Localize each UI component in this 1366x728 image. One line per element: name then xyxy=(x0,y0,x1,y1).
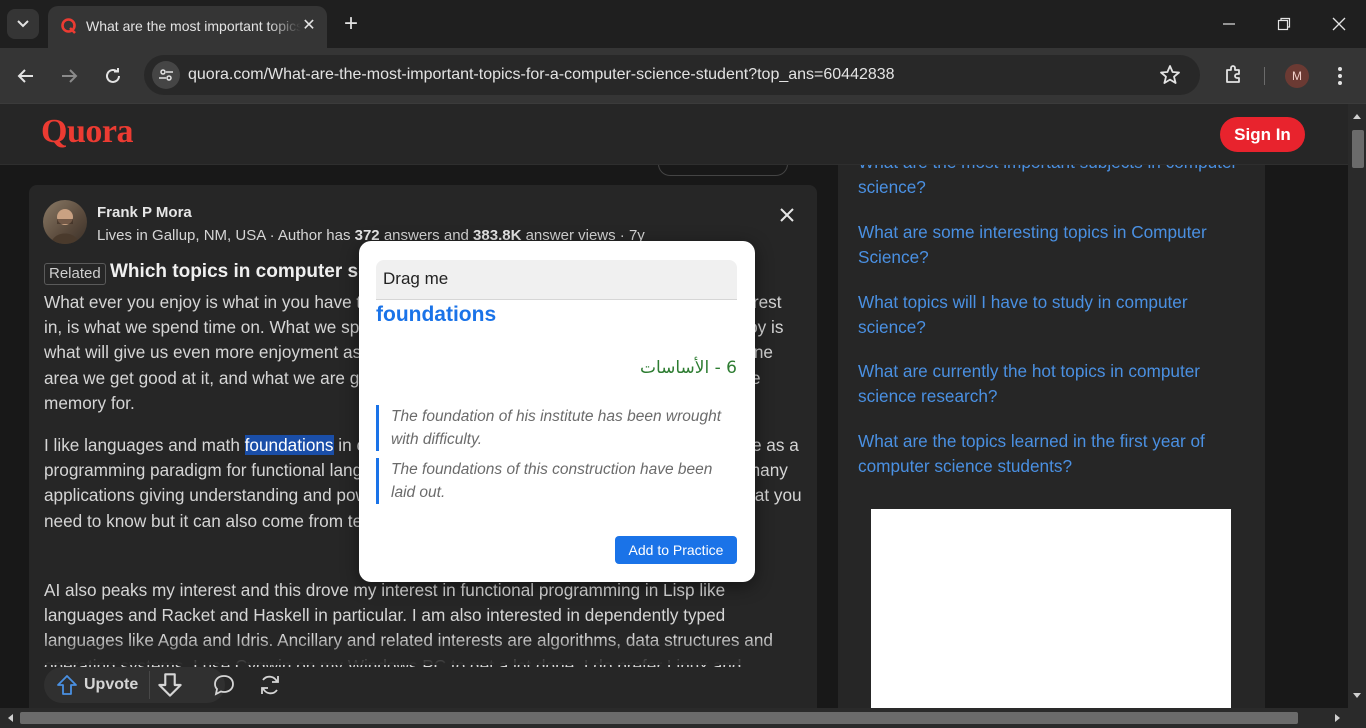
upvote-button[interactable]: Upvote xyxy=(56,667,138,703)
ad-container xyxy=(838,499,1265,708)
downvote-arrow-icon[interactable] xyxy=(157,672,183,698)
popup-translation: 6 - الأساسات xyxy=(639,358,737,378)
translation-popup: Drag me foundations 6 - الأساسات The fou… xyxy=(359,241,755,582)
restore-button[interactable] xyxy=(1266,8,1302,40)
add-to-practice-button[interactable]: Add to Practice xyxy=(615,536,737,564)
related-question-link[interactable]: What are some interesting topics in Comp… xyxy=(858,220,1238,270)
tune-icon xyxy=(159,69,173,81)
author-avatar[interactable] xyxy=(43,200,87,244)
forward-button[interactable] xyxy=(53,60,85,92)
vertical-scrollbar[interactable] xyxy=(1348,104,1366,708)
content-fade xyxy=(29,637,817,665)
puzzle-icon xyxy=(1226,65,1240,83)
sign-in-button[interactable]: Sign In xyxy=(1220,117,1305,152)
new-tab-button[interactable]: + xyxy=(338,10,364,38)
comment-icon[interactable] xyxy=(211,672,237,698)
related-tag: Related xyxy=(44,263,106,285)
related-question-link[interactable]: What are the topics learned in the first… xyxy=(858,429,1238,479)
quora-logo[interactable]: Quora xyxy=(41,113,133,151)
browser-toolbar: quora.com/What-are-the-most-important-to… xyxy=(0,48,1366,104)
arrow-right-icon xyxy=(62,69,78,83)
author-photo-icon xyxy=(51,209,79,244)
chevron-down-icon xyxy=(17,20,29,28)
scroll-right-icon[interactable] xyxy=(1332,712,1344,724)
scroll-up-icon[interactable] xyxy=(1351,110,1363,122)
example-sentence: The foundations of this construction hav… xyxy=(376,458,737,504)
reload-icon xyxy=(106,68,120,83)
horizontal-scrollbar[interactable] xyxy=(0,708,1366,728)
upvote-arrow-icon xyxy=(57,675,77,695)
vote-divider xyxy=(149,671,150,699)
tab-close-icon[interactable]: ✕ xyxy=(298,15,320,37)
arrow-left-icon xyxy=(17,69,33,83)
author-name[interactable]: Frank P Mora xyxy=(97,204,192,221)
para2-before: I like languages and math xyxy=(44,435,245,455)
toolbar-separator xyxy=(1264,67,1265,85)
minimize-icon xyxy=(1223,23,1235,25)
tab-search-button[interactable] xyxy=(7,9,39,39)
vote-pill: Upvote xyxy=(44,667,225,703)
ad-slot[interactable] xyxy=(871,509,1231,708)
extensions-button[interactable] xyxy=(1220,60,1248,88)
url-text[interactable]: quora.com/What-are-the-most-important-to… xyxy=(188,66,895,84)
browser-tab-active[interactable]: What are the most important topics for a… xyxy=(48,6,327,48)
restore-icon xyxy=(1277,17,1291,31)
popup-word: foundations xyxy=(376,303,497,326)
upvote-label: Upvote xyxy=(84,676,139,693)
vertical-scroll-thumb[interactable] xyxy=(1352,130,1364,168)
more-vertical-icon xyxy=(1338,67,1342,85)
horizontal-scroll-thumb[interactable] xyxy=(20,712,1298,724)
cred-prefix: Lives in Gallup, NM, USA · Author has xyxy=(97,227,355,244)
example-sentence: The foundation of his institute has been… xyxy=(376,405,737,451)
answer-action-bar: Upvote xyxy=(29,667,817,708)
scroll-left-icon[interactable] xyxy=(4,712,16,724)
reload-button[interactable] xyxy=(97,60,129,92)
minimize-button[interactable] xyxy=(1211,8,1247,40)
quora-header: Quora Sign In xyxy=(0,104,1348,165)
site-info-button[interactable] xyxy=(152,61,180,89)
profile-avatar[interactable]: M xyxy=(1285,64,1309,88)
related-question-link[interactable]: What topics will I have to study in comp… xyxy=(858,290,1238,340)
drag-handle[interactable]: Drag me xyxy=(376,260,737,300)
browser-menu-button[interactable] xyxy=(1328,62,1352,90)
back-button[interactable] xyxy=(10,60,42,92)
address-bar[interactable]: quora.com/What-are-the-most-important-to… xyxy=(144,55,1200,95)
close-icon[interactable] xyxy=(777,205,797,225)
quora-favicon-icon xyxy=(61,18,76,34)
tab-title: What are the most important topics for a… xyxy=(86,18,301,34)
share-reload-icon[interactable] xyxy=(257,672,283,698)
browser-tab-bar: What are the most important topics for a… xyxy=(0,0,1366,48)
highlighted-word[interactable]: foundations xyxy=(244,435,334,455)
bookmark-star-icon[interactable] xyxy=(1158,63,1182,87)
close-icon xyxy=(1332,17,1346,31)
close-window-button[interactable] xyxy=(1321,8,1357,40)
related-questions-panel: What are the most important subjects in … xyxy=(838,144,1265,532)
related-question-link[interactable]: What are currently the hot topics in com… xyxy=(858,359,1238,409)
scroll-down-icon[interactable] xyxy=(1351,690,1363,702)
